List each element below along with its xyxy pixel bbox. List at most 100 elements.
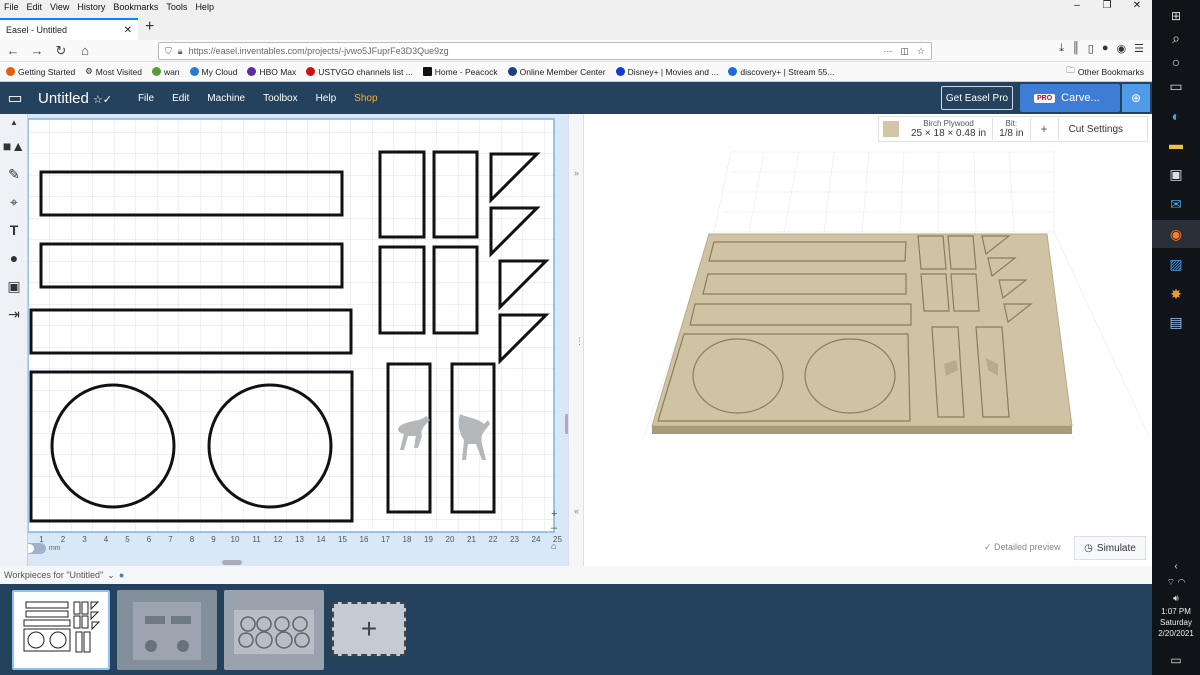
favorite-star-icon[interactable]: ☆✓ <box>93 94 112 106</box>
bit-info[interactable]: Bit: 1/8 in <box>993 119 1029 139</box>
bookmark-item[interactable]: My Cloud <box>189 67 237 77</box>
bookmark-item[interactable]: Getting Started <box>6 67 75 77</box>
system-clock[interactable]: 1:07 PM Saturday 2/20/2021 <box>1152 606 1200 639</box>
menu-edit[interactable]: Edit <box>27 2 43 12</box>
collapse-left-icon[interactable]: « <box>574 506 579 516</box>
zoom-home-icon[interactable]: ⌂ <box>551 541 556 551</box>
menu-file[interactable]: File <box>4 2 19 12</box>
firefox-taskbar-icon[interactable]: ◉ <box>1152 220 1200 248</box>
back-icon[interactable]: ← <box>4 42 22 60</box>
bookmark-item[interactable]: Online Member Center <box>507 67 606 77</box>
restore-icon[interactable]: ❐ <box>1092 0 1122 11</box>
bookmark-item[interactable]: HBO Max <box>247 67 296 77</box>
zoom-in-icon[interactable]: + <box>551 508 557 520</box>
bookmark-item[interactable]: USTVGO channels list ... <box>306 67 413 77</box>
workpiece-thumbnail[interactable] <box>12 590 110 670</box>
box-3d-icon[interactable]: ▣ <box>0 272 28 300</box>
project-title[interactable]: Untitled ☆✓ <box>38 90 112 107</box>
download-icon[interactable]: ⤓ <box>1059 42 1064 55</box>
easel-menu-file[interactable]: File <box>138 93 154 104</box>
task-view-icon[interactable]: ▭ <box>1152 72 1200 100</box>
tab-easel[interactable]: Easel - Untitled ✕ <box>0 18 138 40</box>
add-bit-icon[interactable]: + <box>1031 122 1058 136</box>
text-tool-icon[interactable]: T <box>0 216 28 244</box>
simulate-button[interactable]: ◷ Simulate <box>1074 536 1146 560</box>
forward-icon[interactable]: → <box>28 42 46 60</box>
material-swatch[interactable] <box>883 121 899 137</box>
hamburger-menu-icon[interactable]: ☰ <box>1134 42 1144 55</box>
zoom-out-icon[interactable]: – <box>551 522 558 534</box>
new-tab-icon[interactable]: + <box>145 18 154 36</box>
apps-apple-icon[interactable]: ● <box>0 244 28 272</box>
menu-help[interactable]: Help <box>195 2 214 12</box>
library-icon[interactable]: ║ <box>1072 42 1080 55</box>
workpiece-thumbnail[interactable] <box>117 590 217 670</box>
get-easel-pro-button[interactable]: Get Easel Pro <box>941 86 1013 110</box>
other-bookmarks[interactable]: 🗀︎ Other Bookmarks <box>1066 65 1152 79</box>
app-icon[interactable]: ✸ <box>1152 280 1200 308</box>
sidebar-icon[interactable]: ▯ <box>1088 42 1094 55</box>
easel-menu-machine[interactable]: Machine <box>207 93 245 104</box>
menu-tools[interactable]: Tools <box>166 2 187 12</box>
detailed-preview-toggle[interactable]: ✓ Detailed preview <box>984 542 1061 553</box>
carve-button[interactable]: PRO Carve... <box>1020 84 1120 112</box>
bookmark-item[interactable]: Disney+ | Movies and ... <box>615 67 718 77</box>
close-icon[interactable]: ✕ <box>1122 0 1152 11</box>
collapse-up-icon[interactable]: ▲ <box>0 116 28 128</box>
easel-menu-shop[interactable]: Shop <box>354 93 377 104</box>
pen-tool-icon[interactable]: ✎ <box>0 160 28 188</box>
help-icon[interactable]: ● <box>119 570 124 580</box>
reload-icon[interactable]: ↻ <box>52 42 70 60</box>
minimize-icon[interactable]: – <box>1062 0 1092 11</box>
workpieces-header: Workpieces for "Untitled" ⌄ ● <box>0 566 1152 584</box>
unit-toggle[interactable]: inch mm <box>28 543 61 554</box>
material-info[interactable]: Birch Plywood 25 × 18 × 0.48 in <box>905 119 992 139</box>
store-icon[interactable]: ▣ <box>1152 160 1200 188</box>
unit-toggle-switch[interactable] <box>28 543 46 554</box>
pocket-icon[interactable]: ◫ <box>900 46 909 57</box>
target-icon[interactable]: ⌖ <box>0 188 28 216</box>
easel-menu-toolbox[interactable]: Toolbox <box>263 93 297 104</box>
drag-handle-icon[interactable]: ⋮ <box>575 336 584 347</box>
notification-icon[interactable]: ▭ <box>1152 646 1200 674</box>
chevron-down-icon[interactable]: ⌄ <box>107 570 115 581</box>
photos-icon[interactable]: ▨ <box>1152 250 1200 278</box>
bookmark-item[interactable]: ⚙ Most Visited <box>85 66 142 77</box>
menu-history[interactable]: History <box>77 2 105 12</box>
bookmark-item[interactable]: Home - Peacock <box>422 67 498 77</box>
collapse-right-icon[interactable]: » <box>574 168 579 178</box>
file-explorer-icon[interactable]: ▬ <box>1152 130 1200 158</box>
grid <box>28 119 554 532</box>
3d-preview-panel[interactable]: · · Birch Plywood 25 × 18 × 0.48 in Bit: … <box>584 114 1152 584</box>
star-icon[interactable]: ☆ <box>917 46 925 57</box>
easel-menu-help[interactable]: Help <box>316 93 337 104</box>
panel-divider[interactable]: » ⋮ « <box>568 114 584 584</box>
notes-icon[interactable]: ▤ <box>1152 308 1200 336</box>
menu-bookmarks[interactable]: Bookmarks <box>113 2 158 12</box>
edge-icon[interactable]: ◐ <box>1152 102 1200 130</box>
bookmark-item[interactable]: discovery+ | Stream 55... <box>728 67 834 77</box>
material-bar[interactable]: Birch Plywood 25 × 18 × 0.48 in Bit: 1/8… <box>878 116 1148 142</box>
design-canvas[interactable]: 0123456789101112131415161718192021222324… <box>28 114 568 584</box>
url-bar[interactable]: ⛉ 🔒︎ https://easel.inventables.com/proje… <box>158 42 932 60</box>
workpiece-thumbnail[interactable] <box>224 590 324 670</box>
mail-icon[interactable]: ✉ <box>1152 190 1200 218</box>
add-workpiece-button[interactable]: + <box>332 602 406 656</box>
machine-connect-icon[interactable]: ⊕ <box>1122 84 1150 112</box>
menu-view[interactable]: View <box>50 2 69 12</box>
shield-icon[interactable]: ⛉ <box>165 46 172 57</box>
bookmark-item[interactable]: wan <box>151 67 180 77</box>
page-actions-icon[interactable]: ··· <box>883 46 892 57</box>
easel-header: ▭ Untitled ☆✓ File Edit Machine Toolbox H… <box>0 82 1152 114</box>
lock-icon[interactable]: 🔒︎ <box>178 46 183 57</box>
easel-menu-edit[interactable]: Edit <box>172 93 189 104</box>
horizontal-scrollbar[interactable] <box>222 560 242 565</box>
shapes-icon[interactable]: ■▲ <box>0 132 28 160</box>
home-icon[interactable]: ⌂ <box>76 42 94 60</box>
cut-settings-button[interactable]: Cut Settings <box>1059 124 1123 135</box>
tab-close-icon[interactable]: ✕ <box>124 25 132 36</box>
account-icon[interactable]: ● <box>1102 42 1109 55</box>
import-icon[interactable]: ⇥ <box>0 300 28 328</box>
extension-icon[interactable]: ◉ <box>1117 42 1127 55</box>
easel-logo-icon[interactable]: ▭ <box>0 88 30 108</box>
